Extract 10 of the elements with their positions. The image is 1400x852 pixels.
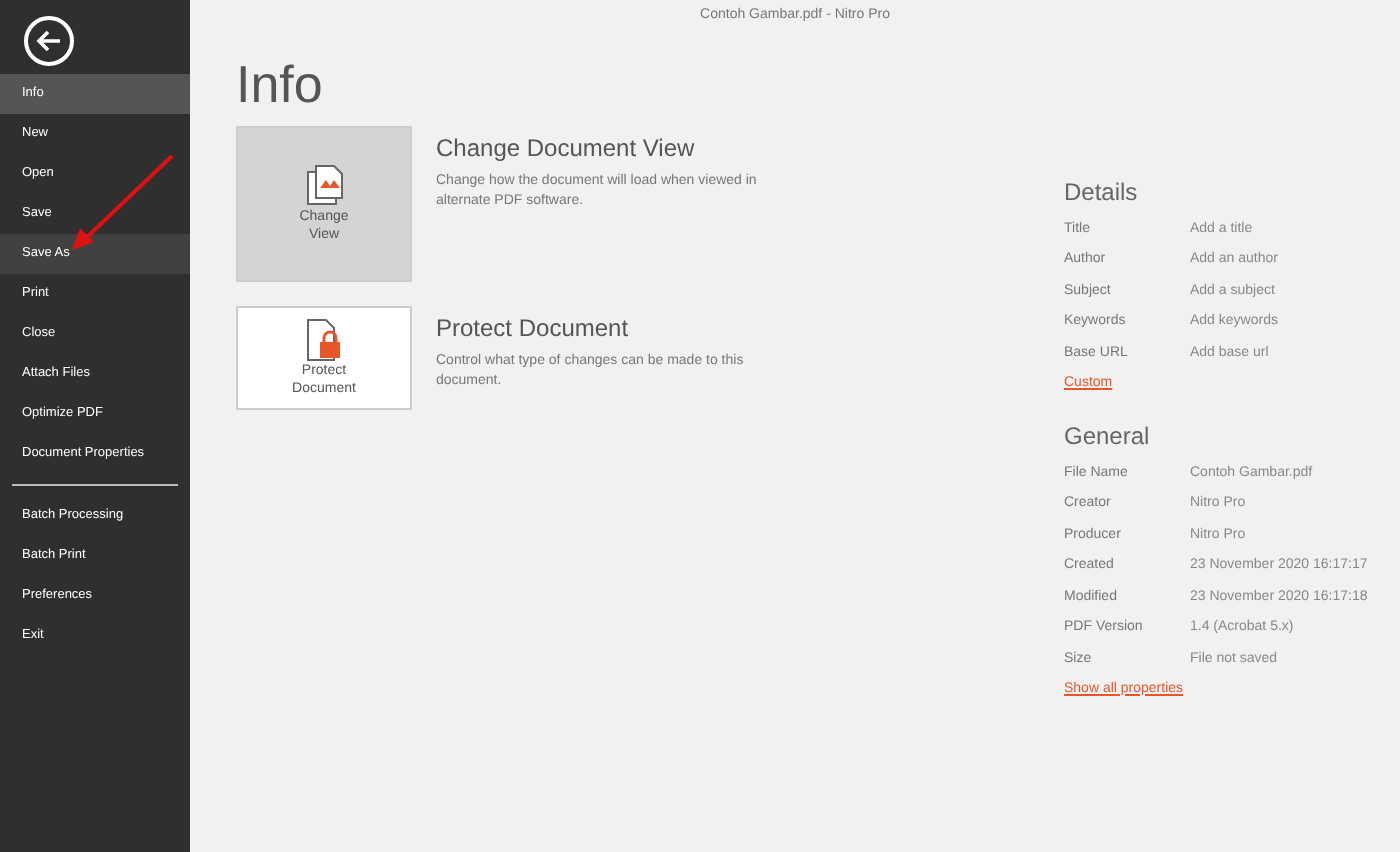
section-heading: General [1064,420,1152,454]
action-title: Change Document View [436,132,697,166]
annotation-arrow [68,152,176,254]
document-view-icon [304,164,344,208]
locked-document-icon [304,318,344,362]
action-title: Protect Document [436,312,631,346]
page-title: Info [236,58,325,110]
back-arrow-icon [36,30,62,52]
section-heading: Details [1064,176,1140,210]
back-button[interactable] [24,16,74,66]
